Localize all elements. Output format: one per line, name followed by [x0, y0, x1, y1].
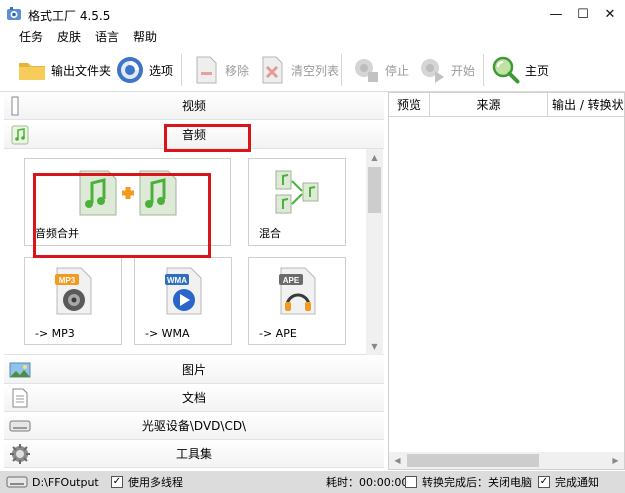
- shutdown-checkbox[interactable]: 转换完成后：关闭电脑: [405, 474, 532, 490]
- column-output-status[interactable]: 输出 / 转换状态: [548, 93, 624, 117]
- category-optical-drive[interactable]: 光驱设备\DVD\CD\: [4, 412, 384, 440]
- multithread-check-icon[interactable]: ✓: [111, 476, 123, 488]
- tools-gear-icon: [10, 444, 30, 464]
- toolbar-separator: [181, 54, 182, 86]
- menu-help[interactable]: 帮助: [126, 28, 164, 48]
- task-list-hscrollbar[interactable]: ◀ ▶: [389, 452, 624, 469]
- optical-drive-icon: [9, 420, 31, 432]
- start-button[interactable]: 开始: [416, 52, 475, 88]
- start-icon: [421, 59, 444, 83]
- category-tools[interactable]: 工具集: [4, 440, 384, 468]
- picture-category-icon: [9, 362, 31, 378]
- wma-file-icon: WMA: [165, 267, 202, 315]
- wma-badge-text: WMA: [167, 276, 187, 285]
- scroll-down-arrow-icon[interactable]: ▼: [366, 338, 383, 355]
- category-picture[interactable]: 图片: [4, 356, 384, 384]
- home-button[interactable]: 主页: [490, 52, 549, 88]
- category-video[interactable]: 视频: [4, 92, 384, 120]
- scroll-up-arrow-icon[interactable]: ▲: [366, 149, 383, 166]
- shutdown-label: 转换完成后：关闭电脑: [422, 476, 532, 489]
- toolbar-separator: [341, 54, 342, 86]
- remove-doc-icon: [196, 56, 217, 84]
- remove-label: 移除: [225, 63, 250, 78]
- scroll-thumb[interactable]: [368, 167, 381, 213]
- menu-language[interactable]: 语言: [88, 28, 126, 48]
- audio-mix-icon: [275, 170, 319, 214]
- ape-badge-text: APE: [283, 276, 300, 285]
- menu-bar: 任务 皮肤 语言 帮助: [0, 28, 625, 48]
- mp3-file-icon: MP3: [55, 267, 92, 315]
- window-title: 格式工厂 4.5.5: [28, 9, 111, 23]
- audio-mix-tile[interactable]: 混合: [248, 158, 346, 246]
- clear-list-icon: [262, 56, 283, 84]
- to-mp3-label: -> MP3: [35, 327, 75, 340]
- category-document[interactable]: 文档: [4, 384, 384, 412]
- scroll-right-arrow-icon[interactable]: ▶: [607, 452, 624, 469]
- audio-mix-label: 混合: [259, 227, 281, 240]
- stop-icon: [355, 59, 378, 82]
- notify-check-icon[interactable]: ✓: [538, 476, 550, 488]
- to-mp3-tile[interactable]: MP3 -> MP3: [24, 257, 122, 345]
- toolbar-separator: [483, 54, 484, 86]
- stop-label: 停止: [385, 63, 410, 78]
- remove-button[interactable]: 移除: [190, 52, 249, 88]
- hscroll-thumb[interactable]: [407, 454, 539, 467]
- task-list-panel: 预览 来源 输出 / 转换状态 ◀ ▶: [388, 92, 625, 470]
- audio-merge-highlight: [33, 173, 211, 258]
- document-category-icon: [12, 388, 28, 408]
- elapsed-time: 耗时：00:00:00: [326, 474, 408, 490]
- output-folder-button[interactable]: 输出文件夹: [16, 52, 111, 88]
- options-label: 选项: [149, 63, 174, 78]
- to-ape-label: -> APE: [259, 327, 297, 340]
- shutdown-check-icon[interactable]: [405, 476, 417, 488]
- folder-icon: [19, 63, 45, 80]
- clear-list-button[interactable]: 清空列表: [256, 52, 339, 88]
- audio-note-icon: [11, 125, 29, 145]
- to-wma-label: -> WMA: [145, 327, 190, 340]
- multithread-label: 使用多线程: [128, 476, 183, 489]
- home-label: 主页: [525, 63, 550, 78]
- toolbar: 输出文件夹 选项 移除 清空列表 停止 开始 主页: [0, 48, 625, 92]
- category-optical-drive-label: 光驱设备\DVD\CD\: [141, 419, 247, 433]
- audio-grid-scrollbar[interactable]: ▲ ▼: [366, 149, 383, 355]
- menu-skin[interactable]: 皮肤: [50, 28, 88, 48]
- column-output-status-label: 输出 / 转换状态: [552, 98, 624, 112]
- column-preview-label: 预览: [397, 98, 422, 112]
- to-wma-tile[interactable]: WMA -> WMA: [134, 257, 232, 345]
- multithread-checkbox[interactable]: ✓ 使用多线程: [111, 474, 183, 490]
- start-label: 开始: [451, 63, 476, 78]
- category-picture-label: 图片: [181, 363, 206, 377]
- notify-label: 完成通知: [555, 476, 599, 489]
- column-source[interactable]: 来源: [430, 93, 548, 117]
- category-document-label: 文档: [181, 391, 206, 405]
- output-path[interactable]: D:\FFOutput: [6, 474, 99, 490]
- category-video-label: 视频: [181, 99, 206, 113]
- home-magnifier-icon: [492, 56, 520, 84]
- menu-task[interactable]: 任务: [12, 28, 50, 48]
- clear-list-label: 清空列表: [291, 63, 340, 78]
- output-folder-label: 输出文件夹: [51, 63, 112, 78]
- notify-checkbox[interactable]: ✓ 完成通知: [538, 474, 599, 490]
- video-category-icon: [11, 96, 19, 116]
- drive-icon: [6, 476, 28, 488]
- scroll-left-arrow-icon[interactable]: ◀: [389, 452, 406, 469]
- close-button[interactable]: ✕: [594, 0, 625, 28]
- column-source-label: 来源: [476, 98, 501, 112]
- output-path-text: D:\FFOutput: [32, 475, 99, 489]
- elapsed-time-text: 耗时：00:00:00: [326, 476, 409, 489]
- options-button[interactable]: 选项: [114, 52, 173, 88]
- mp3-badge-text: MP3: [59, 276, 76, 285]
- column-preview[interactable]: 预览: [389, 93, 430, 117]
- audio-header-highlight: [164, 124, 251, 152]
- app-logo-icon: [7, 7, 21, 20]
- title-bar: 格式工厂 4.5.5 — ☐ ✕: [0, 0, 625, 28]
- to-ape-tile[interactable]: APE -> APE: [248, 257, 346, 345]
- category-tools-label: 工具集: [175, 447, 212, 461]
- status-bar: D:\FFOutput ✓ 使用多线程 耗时：00:00:00 转换完成后：关闭…: [0, 471, 625, 493]
- ape-file-icon: APE: [279, 267, 316, 315]
- options-gear-icon: [117, 57, 143, 83]
- stop-button[interactable]: 停止: [350, 52, 409, 88]
